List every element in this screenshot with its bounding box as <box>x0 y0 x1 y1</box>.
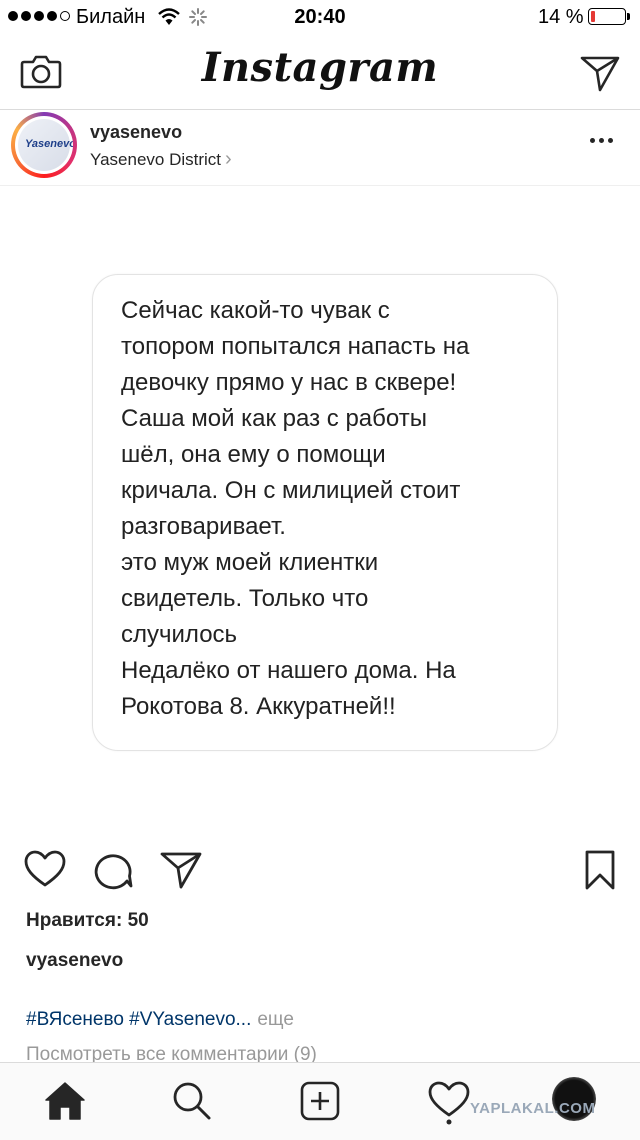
chevron-right-icon: › <box>225 148 232 170</box>
location-label: Yasenevo District <box>90 150 222 169</box>
share-icon[interactable] <box>160 851 202 889</box>
message-line: Рокотова 8. Аккуратней!! <box>121 693 396 720</box>
message-line: топором попытался напасть на <box>121 333 470 360</box>
message-line: это муж моей клиентки <box>121 549 379 576</box>
top-navigation-bar: Instagram <box>0 36 640 110</box>
message-line: шёл, она ему о помощи <box>121 441 386 468</box>
post-location[interactable]: Yasenevo District › <box>90 148 232 171</box>
message-line: Саша мой как раз с работы <box>121 405 427 432</box>
direct-message-icon[interactable] <box>580 54 620 92</box>
watermark: YAPLAKAL.COM <box>470 1100 596 1117</box>
avatar-logo-text: Yasenevo <box>25 138 73 150</box>
status-bar: Билайн 20:40 14 % <box>0 0 640 36</box>
message-bubble: Сейчас какой-то чувак с топором попытался… <box>92 274 558 751</box>
battery-percentage: 14 % <box>538 6 584 28</box>
hashtag-links[interactable]: #ВЯсенево #VYasenevo... <box>26 1009 251 1030</box>
more-options-icon[interactable] <box>590 138 613 143</box>
caption-username[interactable]: vyasenevo <box>26 950 123 972</box>
home-icon[interactable] <box>44 1081 86 1121</box>
message-line: девочку прямо у нас в сквере! <box>121 369 457 396</box>
avatar[interactable]: Yasenevo <box>15 116 73 174</box>
likes-count[interactable]: Нравится: 50 <box>26 910 149 932</box>
message-line: Сейчас какой-то чувак с <box>121 297 390 324</box>
story-ring[interactable]: Yasenevo <box>11 112 77 178</box>
activity-heart-icon[interactable] <box>428 1081 470 1125</box>
message-line: кричала. Он с милицией стоит <box>121 477 461 504</box>
comment-icon[interactable] <box>94 850 134 890</box>
message-line: случилось <box>121 621 238 648</box>
post-username[interactable]: vyasenevo <box>90 122 182 143</box>
message-line: свидетель. Только что <box>121 585 369 612</box>
post-image[interactable]: Сейчас какой-то чувак с топором попытался… <box>0 186 640 826</box>
message-text: Сейчас какой-то чувак с топором попытался… <box>121 293 541 725</box>
caption-hashtags: #ВЯсенево #VYasenevo... еще <box>26 1009 294 1031</box>
add-post-icon[interactable] <box>300 1081 340 1121</box>
message-line: Недалёко от нашего дома. На <box>121 657 456 684</box>
heart-icon[interactable] <box>24 850 66 888</box>
battery-icon <box>588 8 630 25</box>
post-actions <box>0 846 640 896</box>
post-header: Yasenevo vyasenevo Yasenevo District › <box>0 110 640 186</box>
message-line: разговаривает. <box>121 513 286 540</box>
bookmark-icon[interactable] <box>584 850 616 890</box>
battery-level-fill <box>591 11 595 22</box>
caption-more-link[interactable]: еще <box>257 1009 294 1030</box>
app-logo: Instagram <box>201 44 439 91</box>
search-icon[interactable] <box>172 1081 212 1121</box>
